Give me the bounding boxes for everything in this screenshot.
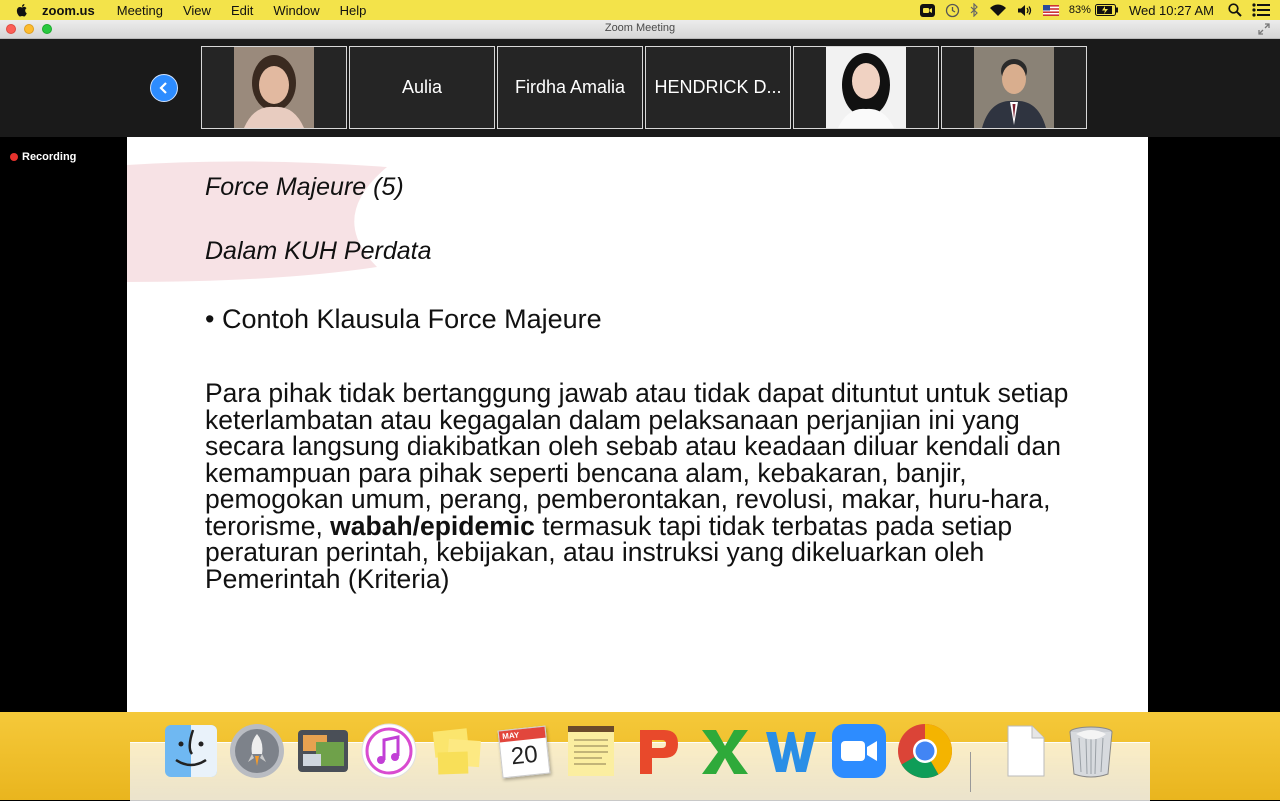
- notes-icon[interactable]: [562, 722, 620, 780]
- participant-tile[interactable]: Aulia: [349, 46, 495, 129]
- battery-icon: [1094, 4, 1118, 16]
- slide-subtitle: Dalam KUH Perdata: [205, 237, 432, 265]
- window-title-bar: Zoom Meeting: [0, 20, 1280, 39]
- launchpad-icon[interactable]: [228, 722, 286, 780]
- recording-label: Recording: [22, 151, 77, 163]
- participant-name: Aulia: [401, 77, 443, 97]
- participant-strip: Aulia Firdha Amalia HENDRICK D...: [0, 39, 1280, 137]
- apple-icon[interactable]: [14, 2, 30, 18]
- paragraph-bold-text: wabah/epidemic: [330, 510, 535, 541]
- participant-name: Firdha Amalia: [514, 77, 626, 97]
- recording-dot-icon: [10, 153, 18, 161]
- menu-view[interactable]: View: [183, 3, 211, 18]
- recording-indicator[interactable]: Recording: [10, 151, 76, 163]
- participant-name: [794, 47, 938, 128]
- participant-name: [942, 47, 1086, 128]
- menu-edit[interactable]: Edit: [231, 3, 253, 18]
- itunes-icon[interactable]: [360, 722, 418, 780]
- previous-page-button[interactable]: [150, 74, 178, 102]
- slide-paragraph: Para pihak tidak bertanggung jawab atau …: [205, 380, 1085, 592]
- notification-center-icon[interactable]: [1252, 3, 1270, 17]
- zoom-status-icon[interactable]: [919, 3, 935, 17]
- image-capture-icon[interactable]: [294, 722, 352, 780]
- wifi-icon[interactable]: [989, 4, 1007, 17]
- powerpoint-icon[interactable]: [630, 722, 688, 780]
- fullscreen-icon[interactable]: [1258, 23, 1270, 35]
- calendar-icon[interactable]: MAY 20: [494, 722, 552, 780]
- finder-icon[interactable]: [162, 722, 220, 780]
- participant-tile[interactable]: HENDRICK D...: [645, 46, 791, 129]
- participant-tile[interactable]: [793, 46, 939, 129]
- spotlight-search-icon[interactable]: [1228, 3, 1242, 17]
- participant-name: [202, 47, 346, 128]
- menubar-clock[interactable]: Wed 10:27 AM: [1129, 3, 1214, 18]
- participant-name: HENDRICK D...: [654, 77, 782, 97]
- bluetooth-icon[interactable]: [970, 3, 979, 17]
- us-flag-icon[interactable]: [1042, 4, 1059, 16]
- trash-icon[interactable]: [1062, 722, 1120, 780]
- zoom-app-icon[interactable]: [830, 722, 888, 780]
- dock-separator: [970, 752, 971, 792]
- stickies-icon[interactable]: [428, 722, 486, 780]
- desktop-background: MAY 20: [0, 712, 1280, 801]
- window-title: Zoom Meeting: [604, 22, 676, 34]
- word-icon[interactable]: [762, 722, 820, 780]
- participant-tile[interactable]: [201, 46, 347, 129]
- volume-icon[interactable]: [1017, 4, 1033, 17]
- time-machine-icon[interactable]: [945, 3, 960, 18]
- share-screen-area: Recording Force Majeure (5) Dalam KUH Pe…: [0, 137, 1280, 712]
- menu-app-zoom[interactable]: zoom.us: [42, 3, 95, 18]
- participant-tile[interactable]: Firdha Amalia: [497, 46, 643, 129]
- chrome-icon[interactable]: [896, 722, 954, 780]
- battery-status[interactable]: 83%: [1069, 4, 1119, 16]
- document-icon[interactable]: [996, 722, 1054, 780]
- slide-bullet: • Contoh Klausula Force Majeure: [205, 304, 602, 334]
- menu-bar: zoom.us Meeting View Edit Window Help 83…: [0, 0, 1280, 20]
- participant-tile[interactable]: [941, 46, 1087, 129]
- slide-title: Force Majeure (5): [205, 173, 404, 201]
- chevron-left-icon: [159, 82, 167, 94]
- menu-help[interactable]: Help: [340, 3, 367, 18]
- menu-window[interactable]: Window: [273, 3, 319, 18]
- excel-icon[interactable]: [696, 722, 754, 780]
- battery-percent: 83%: [1068, 4, 1091, 16]
- calendar-day: 20: [509, 740, 540, 771]
- presentation-slide: Force Majeure (5) Dalam KUH Perdata • Co…: [127, 137, 1148, 712]
- menu-meeting[interactable]: Meeting: [117, 3, 163, 18]
